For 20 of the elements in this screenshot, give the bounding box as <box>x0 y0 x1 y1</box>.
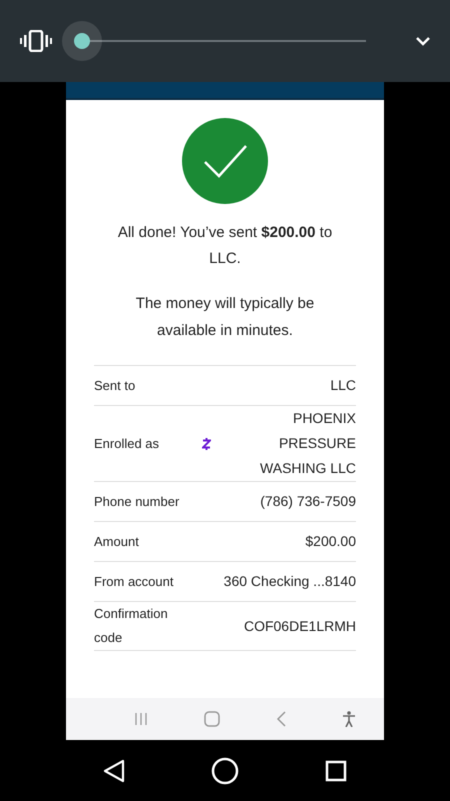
chevron-down-icon[interactable] <box>416 36 430 46</box>
detail-label: Amount <box>94 532 140 550</box>
detail-value: 360 Checking ...8140 <box>222 572 356 591</box>
zelle-icon <box>202 438 211 450</box>
confirmation-message: All done! You’ve sent $200.00 to LLC. <box>116 223 334 269</box>
detail-label: Sent to <box>94 376 136 394</box>
detail-value: (786) 736-7509 <box>259 492 356 511</box>
checkmark-icon <box>182 118 268 204</box>
accessibility-icon[interactable] <box>342 711 356 727</box>
detail-value: PHOENIX PRESSURE WASHING LLC <box>259 409 356 478</box>
detail-value: COF06DE1LRMH <box>242 616 356 636</box>
detail-label: Enrolled as <box>94 434 160 452</box>
vibrate-icon[interactable] <box>20 30 52 52</box>
detail-value: LLC <box>329 376 356 395</box>
detail-label: Confirmation code <box>94 605 169 647</box>
detail-label: Phone number <box>94 492 180 510</box>
slider-thumb[interactable] <box>74 33 90 49</box>
detail-label: From account <box>94 572 174 590</box>
availability-note: The money will typically be available in minutes. <box>134 294 316 341</box>
detail-value: $200.00 <box>304 532 356 551</box>
